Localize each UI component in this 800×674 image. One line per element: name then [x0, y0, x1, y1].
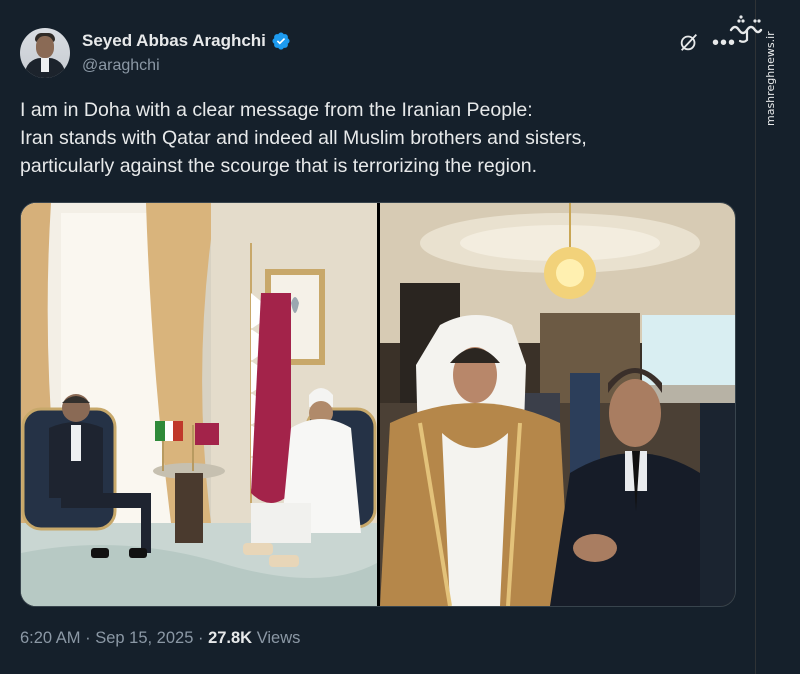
author-name[interactable]: Seyed Abbas Araghchi — [82, 31, 266, 51]
author-name-row: Seyed Abbas Araghchi — [82, 31, 291, 51]
watermark-url: mashreghnews.ir — [764, 31, 777, 126]
tweet-date[interactable]: Sep 15, 2025 — [95, 629, 193, 647]
photo-conference-hall[interactable] — [380, 203, 735, 606]
views-label: Views — [256, 629, 301, 647]
meta-separator: · — [80, 629, 96, 647]
author-handle[interactable]: @araghchi — [82, 57, 160, 75]
verified-badge-icon — [272, 32, 290, 50]
meta-separator: · — [193, 629, 209, 647]
tweet-text: I am in Doha with a clear message from t… — [20, 96, 720, 180]
page-edge-divider — [755, 0, 756, 674]
media-grid — [20, 202, 736, 607]
tweet-time[interactable]: 6:20 AM — [20, 629, 81, 647]
tweet-line: particularly against the scourge that is… — [20, 155, 538, 177]
photo-meeting-room[interactable] — [21, 203, 377, 606]
tweet-line: I am in Doha with a clear message from t… — [20, 99, 533, 121]
grok-icon[interactable] — [678, 31, 700, 53]
mashregh-logo-icon — [729, 15, 763, 43]
tweet-meta: 6:20 AM · Sep 15, 2025 · 27.8K Views — [20, 629, 300, 648]
author-avatar[interactable] — [20, 28, 70, 78]
tweet-line: Iran stands with Qatar and indeed all Mu… — [20, 127, 587, 149]
views-count: 27.8K — [208, 629, 253, 647]
